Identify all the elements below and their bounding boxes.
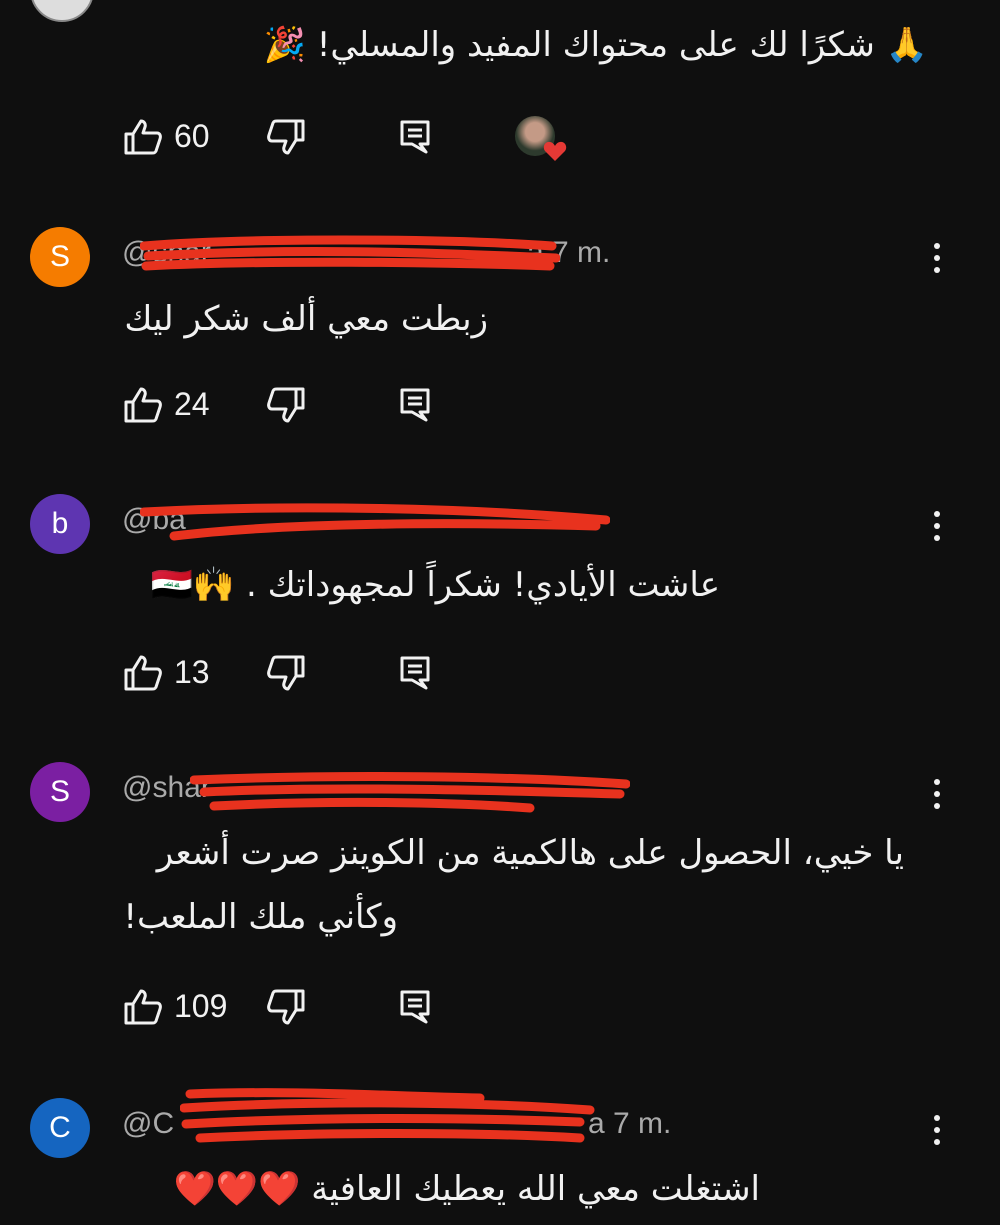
avatar-letter: C bbox=[49, 1111, 71, 1144]
reply-button[interactable] bbox=[400, 990, 430, 1024]
dislike-icon bbox=[267, 119, 305, 155]
avatar-letter: b bbox=[51, 507, 69, 540]
more-options-button[interactable] bbox=[922, 506, 952, 546]
dislike-button[interactable] bbox=[266, 386, 306, 424]
avatar[interactable]: S bbox=[30, 762, 90, 822]
reply-button[interactable] bbox=[400, 656, 430, 690]
handle-text: @shar bbox=[122, 771, 211, 804]
reply-icon bbox=[400, 990, 430, 1024]
redaction-scribble bbox=[190, 772, 630, 813]
comment-text-line1: يا خيي، الحصول على هالكمية من الكوينز صر… bbox=[156, 833, 904, 873]
like-button[interactable] bbox=[123, 386, 163, 424]
avatar-letter: S bbox=[49, 775, 70, 808]
avatar[interactable]: b bbox=[30, 494, 90, 554]
comment-handle[interactable]: @shar bbox=[122, 771, 211, 805]
like-count: 60 bbox=[174, 118, 210, 154]
avatar[interactable]: C bbox=[30, 1098, 90, 1158]
like-icon bbox=[124, 655, 162, 691]
dislike-icon bbox=[267, 655, 305, 691]
comment-text: عاشت الأيادي! شكراً لمجهوداتك . 🙌🇮🇶 bbox=[150, 565, 720, 605]
comment-text: اشتغلت معي الله يعطيك العافية ❤️❤️❤️ bbox=[173, 1169, 761, 1209]
dislike-button[interactable] bbox=[266, 118, 306, 156]
like-button[interactable] bbox=[123, 988, 163, 1026]
creator-heart bbox=[515, 116, 567, 164]
redaction-scribble bbox=[140, 503, 610, 541]
avatar[interactable] bbox=[30, 0, 94, 22]
comment-handle[interactable]: @C bbox=[122, 1107, 174, 1141]
reply-button[interactable] bbox=[400, 388, 430, 422]
handle-text: @C bbox=[122, 1107, 175, 1140]
dislike-button[interactable] bbox=[266, 988, 306, 1026]
handle-text: @ba bbox=[122, 503, 186, 536]
like-icon bbox=[124, 387, 162, 423]
like-icon bbox=[124, 989, 162, 1025]
reply-icon bbox=[400, 388, 430, 422]
comment-time: a 7 m. bbox=[527, 236, 611, 269]
reply-button[interactable] bbox=[400, 120, 430, 154]
reply-icon bbox=[400, 656, 430, 690]
avatar[interactable]: S bbox=[30, 227, 90, 287]
comment-text: 🙏 شكرًا لك على محتواك المفيد والمسلي! 🎉 bbox=[263, 25, 928, 65]
avatar-letter: S bbox=[49, 240, 70, 273]
redaction-scribble bbox=[180, 1088, 595, 1143]
dislike-button[interactable] bbox=[266, 654, 306, 692]
like-count: 109 bbox=[174, 988, 228, 1024]
like-button[interactable] bbox=[123, 118, 163, 156]
more-options-button[interactable] bbox=[922, 1110, 952, 1150]
dislike-icon bbox=[267, 989, 305, 1025]
like-count: 24 bbox=[174, 386, 210, 422]
like-count: 13 bbox=[174, 654, 210, 690]
dislike-icon bbox=[267, 387, 305, 423]
heart-icon bbox=[543, 141, 567, 161]
comment-time: a 7 m. bbox=[588, 1107, 672, 1140]
like-icon bbox=[124, 119, 162, 155]
more-options-button[interactable] bbox=[922, 774, 952, 814]
more-options-button[interactable] bbox=[922, 238, 952, 278]
comment-text: زبطت معي ألف شكر ليك bbox=[124, 299, 488, 339]
reply-icon bbox=[400, 120, 430, 154]
comment-handle[interactable]: @shar bbox=[122, 236, 211, 270]
handle-text: @shar bbox=[122, 236, 211, 269]
like-button[interactable] bbox=[123, 654, 163, 692]
comment-text-line2: وكأني ملك الملعب! bbox=[123, 897, 398, 937]
comment-handle[interactable]: @ba bbox=[122, 503, 186, 537]
